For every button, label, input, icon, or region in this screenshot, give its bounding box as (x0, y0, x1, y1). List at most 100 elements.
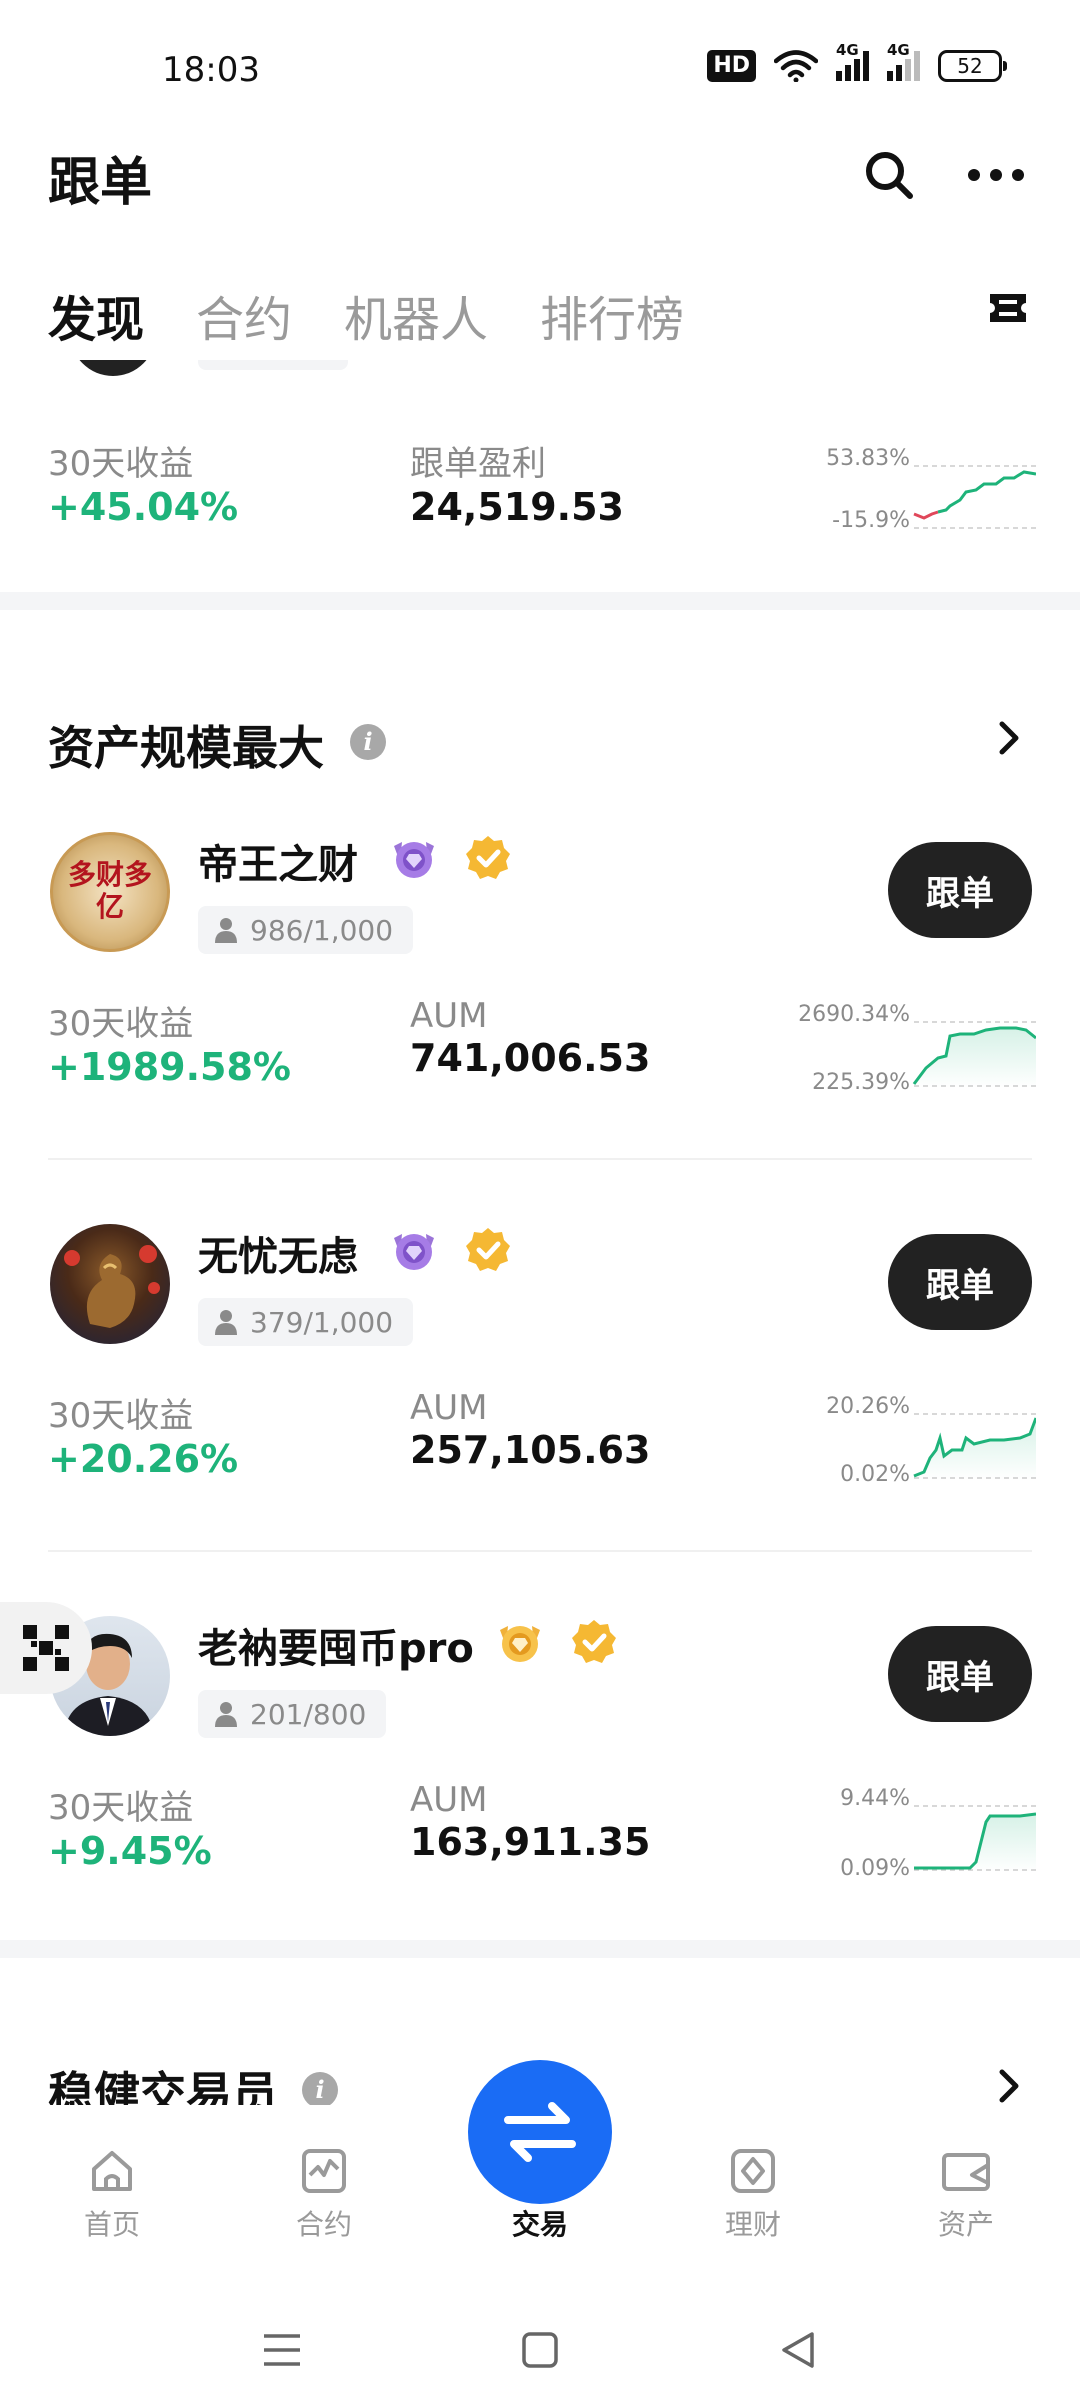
aum-label: AUM (410, 1388, 488, 1428)
trade-fab-button[interactable] (468, 2060, 612, 2204)
return-label: 30天收益 (48, 1396, 194, 1436)
home-icon (92, 2151, 132, 2191)
follower-count-badge: 201/800 (198, 1690, 387, 1738)
tab-discover[interactable]: 发现 (48, 280, 144, 350)
chevron-right-icon[interactable] (994, 2066, 1024, 2105)
aum-label: AUM (410, 996, 488, 1036)
sparkline-chart (914, 1805, 1036, 1872)
nav-futures-label: 合约 (295, 2208, 352, 2241)
profit-label: 跟单盈利 (410, 444, 546, 484)
follow-button[interactable]: 跟单 (888, 842, 1032, 938)
hd-icon: HD (707, 50, 756, 82)
sparkline-chart (912, 1021, 1036, 1088)
section-divider (0, 1940, 1080, 1958)
return-label: 30天收益 (48, 1788, 194, 1828)
follow-button[interactable]: 跟单 (888, 1626, 1032, 1722)
status-icons: HD 4G 4G 52 (707, 41, 1007, 82)
return-value: +45.04% (48, 485, 239, 529)
return-value: +1989.58% (48, 1045, 291, 1089)
verified-badge-icon (572, 1620, 616, 1663)
aum-value: 741,006.53 (410, 1036, 651, 1080)
dragon-illustration (64, 1245, 160, 1328)
ticket-icon[interactable] (986, 288, 1030, 328)
finance-diamond-icon (731, 2149, 775, 2193)
nav-assets[interactable]: 资产 (906, 2145, 1026, 2243)
avatar[interactable]: 多财多亿 (50, 832, 170, 952)
nav-home[interactable]: 首页 (52, 2145, 172, 2243)
wifi-icon (774, 50, 818, 82)
follower-count-badge: 379/1,000 (198, 1298, 414, 1346)
follower-count: 986/1,000 (250, 913, 394, 947)
tab-leaderboard[interactable]: 排行榜 (540, 280, 684, 350)
sparkline-chart (913, 465, 1036, 529)
profit-value: 24,519.53 (410, 485, 624, 529)
wallet-icon (942, 2153, 990, 2191)
purple-medal-icon (394, 1234, 434, 1270)
tab-futures[interactable]: 合约 (196, 280, 292, 350)
info-icon[interactable]: i (302, 2072, 338, 2105)
nav-finance[interactable]: 理财 (693, 2145, 813, 2243)
search-icon[interactable] (862, 148, 916, 202)
follower-count: 379/1,000 (250, 1305, 394, 1339)
trader-name[interactable]: 老衲要囤币pro (198, 1616, 474, 1674)
return-value: +20.26% (48, 1437, 239, 1481)
swap-arrows-icon (504, 2102, 576, 2162)
aum-stat: AUM 741,006.53 (410, 996, 650, 1080)
avatar[interactable] (50, 1224, 170, 1344)
chevron-right-icon[interactable] (994, 718, 1024, 758)
aum-stat: AUM 257,105.63 (410, 1388, 650, 1472)
qr-float-button[interactable] (0, 1602, 92, 1694)
trader-name[interactable]: 帝王之财 (198, 832, 358, 890)
battery-icon: 52 (938, 50, 1007, 82)
follower-badge (198, 360, 348, 370)
futures-chart-icon (302, 2149, 346, 2193)
person-icon (215, 1310, 237, 1335)
status-bar: 18:03 HD 4G 4G 52 (0, 0, 1080, 140)
feed-content[interactable]: 30天收益 +45.04% 跟单盈利 24,519.53 53.83% -15.… (0, 360, 1080, 2105)
recent-apps-icon[interactable] (262, 2332, 302, 2368)
system-nav-bar (0, 2290, 1080, 2400)
status-time: 18:03 (162, 50, 260, 90)
info-icon[interactable]: i (350, 724, 386, 760)
follower-count-badge: 986/1,000 (198, 906, 414, 954)
aum-value: 257,105.63 (410, 1428, 651, 1472)
nav-finance-label: 理财 (724, 2208, 781, 2241)
verified-badge-icon (466, 1228, 510, 1271)
return-label: 30天收益 (48, 444, 194, 484)
profit-stat: 跟单盈利 24,519.53 (410, 436, 624, 529)
verified-badge-icon (466, 836, 510, 879)
tab-bar: 发现 合约 机器人 排行榜 (48, 280, 684, 350)
section-title-steady-traders: 稳健交易员 (48, 2067, 278, 2105)
row-divider (48, 1550, 1032, 1552)
return-stat: 30天收益 +1989.58% (48, 996, 291, 1089)
aum-stat: AUM 163,911.35 (410, 1780, 650, 1864)
section-title-largest-aum: 资产规模最大 (48, 721, 324, 775)
person-icon (215, 918, 237, 943)
return-stat: 30天收益 +9.45% (48, 1780, 212, 1873)
nav-futures[interactable]: 合约 (264, 2145, 384, 2243)
sparkline-chart (913, 1413, 1036, 1480)
follow-button[interactable]: 跟单 (888, 1234, 1032, 1330)
return-stat: 30天收益 +45.04% (48, 436, 238, 529)
avatar (70, 360, 156, 376)
signal-icon-2: 4G (887, 41, 920, 81)
tab-bots[interactable]: 机器人 (344, 280, 488, 350)
home-nav-icon[interactable] (522, 2332, 558, 2368)
purple-medal-icon (394, 842, 434, 878)
aum-label: AUM (410, 1780, 488, 1820)
gold-medal-icon (500, 1626, 540, 1662)
page-title: 跟单 (48, 153, 153, 213)
back-icon[interactable] (778, 2330, 818, 2370)
row-divider (48, 1158, 1032, 1160)
return-value: +9.45% (48, 1829, 212, 1873)
follower-count: 201/800 (250, 1697, 367, 1731)
return-stat: 30天收益 +20.26% (48, 1388, 238, 1481)
trader-name[interactable]: 无忧无虑 (198, 1224, 358, 1282)
nav-assets-label: 资产 (937, 2208, 994, 2241)
signal-icon-1: 4G (836, 41, 869, 81)
more-icon[interactable] (968, 158, 1024, 192)
person-icon (215, 1702, 237, 1727)
nav-trade-label: 交易 (511, 2208, 568, 2241)
avatar-logo-text: 多财多亿 (67, 858, 152, 923)
qr-icon (23, 1625, 69, 1671)
